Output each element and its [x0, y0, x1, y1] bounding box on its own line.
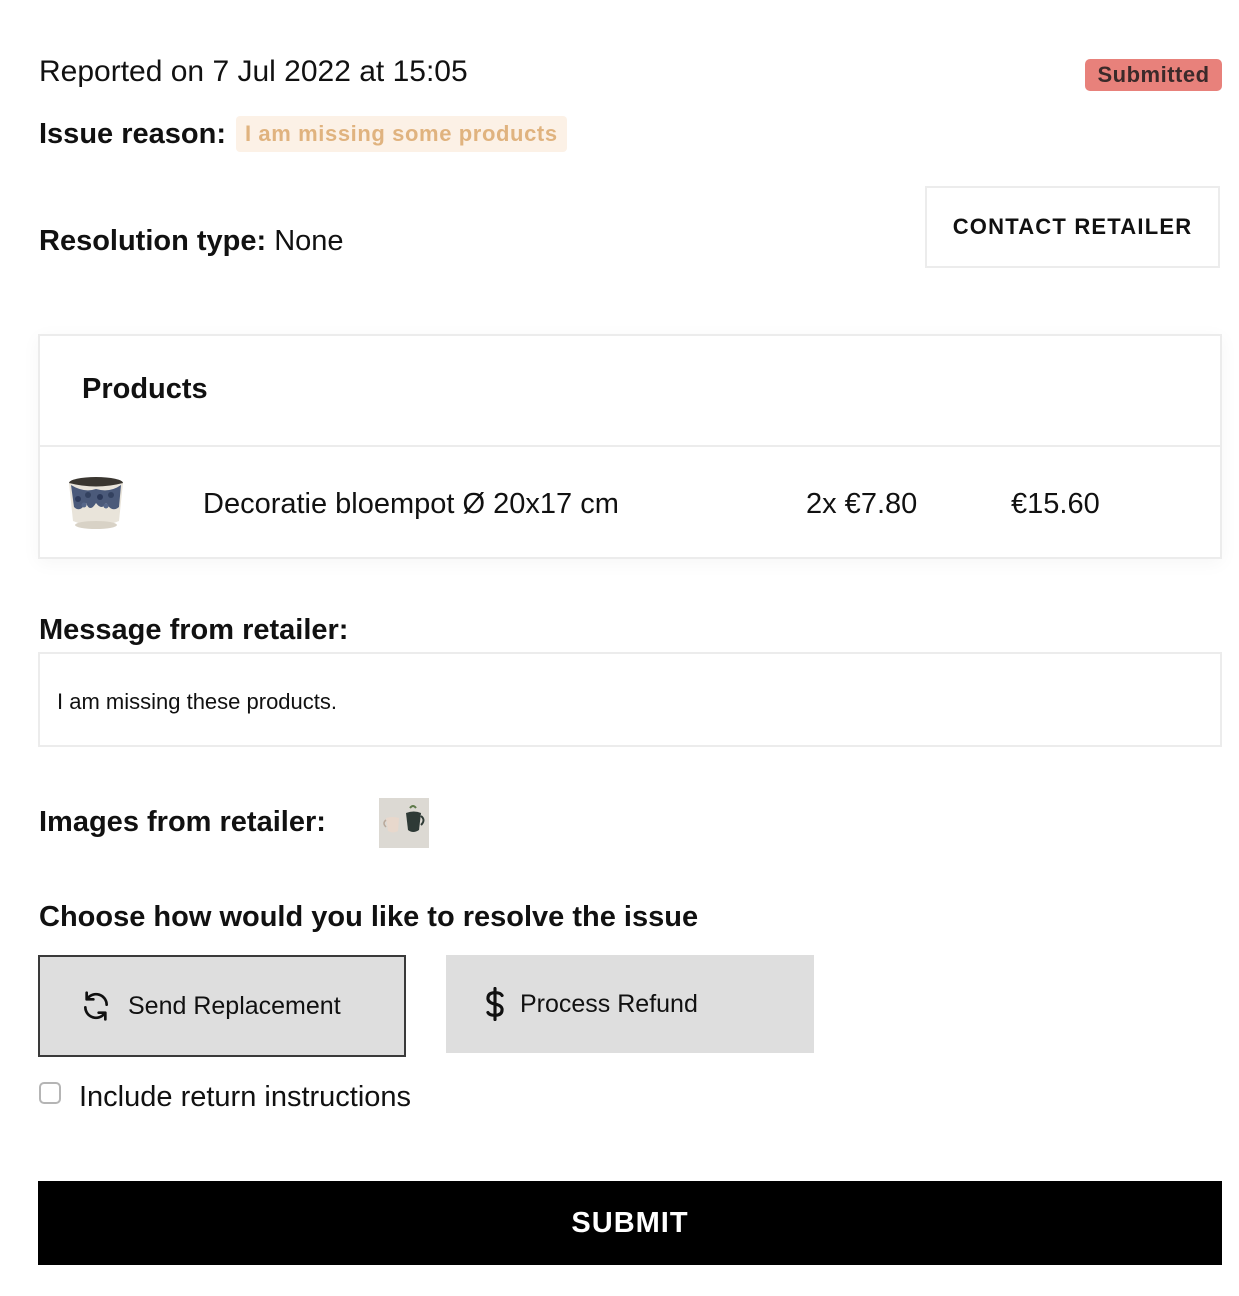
product-name: Decoratie bloempot Ø 20x17 cm [203, 488, 619, 520]
contact-retailer-button[interactable]: CONTACT RETAILER [925, 186, 1220, 268]
send-replacement-label: Send Replacement [128, 991, 341, 1020]
issue-reason-label: Issue reason: [39, 117, 226, 150]
product-qty-price: 2x €7.80 [806, 488, 918, 520]
mugs-photo[interactable] [379, 798, 429, 848]
issue-reason-row: Issue reason: I am missing some products [39, 116, 567, 152]
refresh-icon [80, 990, 112, 1022]
products-card: Products Decoratie bloempot Ø 20x17 cm 2… [38, 334, 1222, 559]
product-total: €15.60 [1011, 488, 1100, 520]
submit-button[interactable]: SUBMIT [38, 1181, 1222, 1265]
process-refund-button[interactable]: Process Refund [446, 955, 814, 1053]
images-label: Images from retailer: [39, 806, 326, 838]
resolution-type-label: Resolution type: [39, 225, 267, 257]
include-return-label: Include return instructions [79, 1081, 412, 1113]
send-replacement-button[interactable]: Send Replacement [38, 955, 406, 1057]
message-box: I am missing these products. [38, 652, 1222, 747]
flower-pot-image [66, 473, 126, 533]
resolution-type-value: None [274, 225, 344, 257]
issue-reason-chip: I am missing some products [235, 116, 567, 152]
message-label: Message from retailer: [39, 614, 349, 646]
resolve-title: Choose how would you like to resolve the… [39, 901, 699, 933]
message-text: I am missing these products. [57, 689, 338, 714]
include-return-checkbox[interactable] [39, 1082, 61, 1104]
reported-date: Reported on 7 Jul 2022 at 15:05 [39, 55, 468, 88]
product-row: Decoratie bloempot Ø 20x17 cm 2x €7.80 €… [40, 447, 1220, 559]
process-refund-label: Process Refund [520, 989, 698, 1018]
status-badge: Submitted [1085, 59, 1222, 91]
products-title: Products [82, 373, 208, 405]
resolution-type: Resolution type: None [39, 222, 344, 260]
dollar-icon [484, 987, 506, 1021]
